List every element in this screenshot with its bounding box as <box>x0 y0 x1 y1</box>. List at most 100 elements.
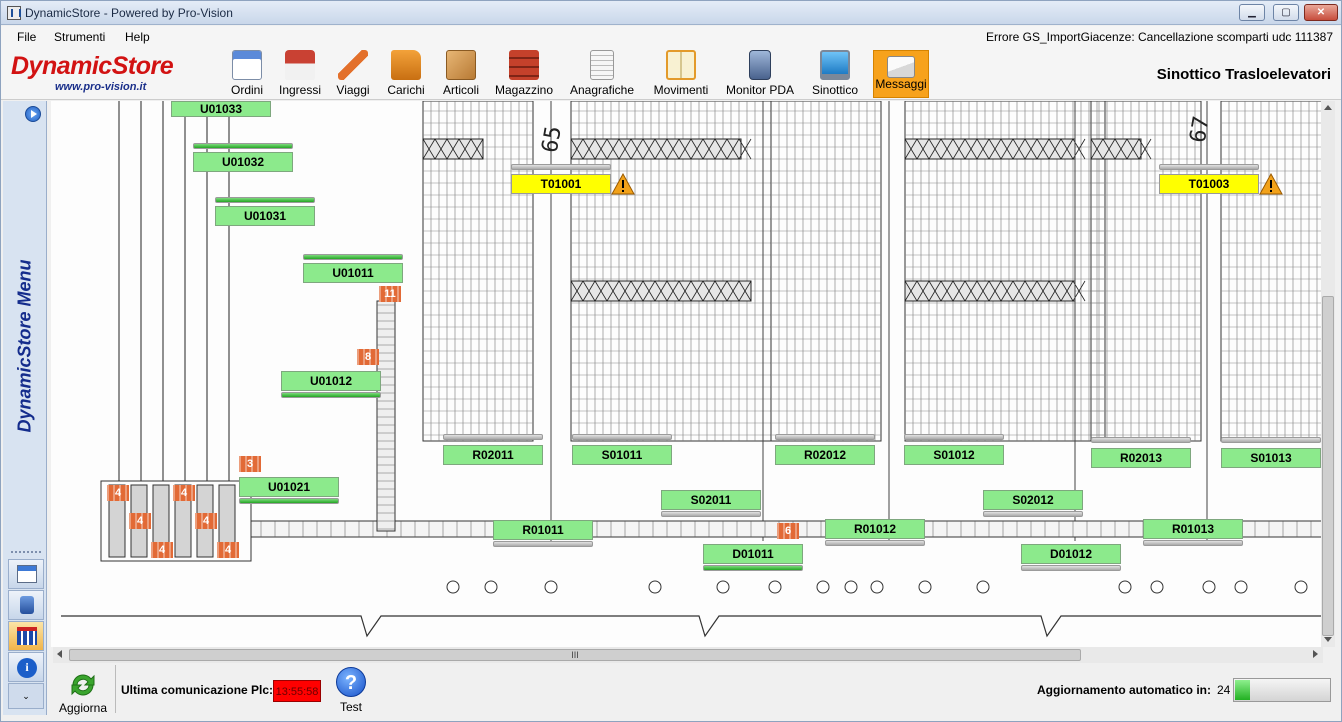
status-bar-T01003 <box>1159 164 1259 170</box>
label-R01012[interactable]: R01012 <box>825 519 925 539</box>
toolbar-viaggi[interactable]: Viaggi <box>333 50 373 98</box>
marker-circle <box>768 580 782 594</box>
status-bar-R01013 <box>1143 540 1243 546</box>
toolbar-magazzino[interactable]: Magazzino <box>493 50 555 98</box>
app-icon <box>7 6 21 20</box>
truck-icon <box>391 50 421 80</box>
marker-circle <box>1202 580 1216 594</box>
marker-circle <box>1294 580 1308 594</box>
counter-badge: 11 <box>379 286 401 302</box>
marker-circle <box>484 580 498 594</box>
horizontal-scrollbar[interactable]: III <box>53 647 1323 663</box>
label-D01012[interactable]: D01012 <box>1021 544 1121 564</box>
marker-circle <box>918 580 932 594</box>
auto-refresh-label: Aggiornamento automatico in: <box>1037 683 1211 697</box>
vertical-scrollbar[interactable] <box>1321 101 1335 647</box>
label-R02012[interactable]: R02012 <box>775 445 875 465</box>
marker-circle <box>648 580 662 594</box>
label-S01012[interactable]: S01012 <box>904 445 1004 465</box>
label-U01021[interactable]: U01021 <box>239 477 339 497</box>
label-U01012[interactable]: U01012 <box>281 371 381 391</box>
toolbar-messaggi[interactable]: Messaggi <box>873 50 929 98</box>
maximize-button[interactable]: ▢ <box>1273 4 1299 21</box>
counter-badge: 4 <box>107 485 129 501</box>
scroll-down-icon[interactable] <box>1324 637 1332 642</box>
side-menu-info[interactable]: i <box>8 652 44 682</box>
side-menu-phone[interactable] <box>8 590 44 620</box>
status-bar-D01012 <box>1021 565 1121 571</box>
label-R02013[interactable]: R02013 <box>1091 448 1191 468</box>
marker-circle <box>544 580 558 594</box>
error-message: Errore GS_ImportGiacenze: Cancellazione … <box>985 30 1333 44</box>
label-R01013[interactable]: R01013 <box>1143 519 1243 539</box>
status-bar-R02013 <box>1091 437 1191 443</box>
toolbar-anagrafiche[interactable]: Anagrafiche <box>567 50 637 98</box>
scroll-up-icon[interactable] <box>1324 105 1332 110</box>
marker-circle <box>1150 580 1164 594</box>
test-button[interactable]: ? Test <box>333 665 369 714</box>
status-bar-R02012 <box>775 434 875 440</box>
label-R02011[interactable]: R02011 <box>443 445 543 465</box>
synoptic-canvas: U01033 U01032 U01031 U01011 U01012 U0102… <box>51 101 1335 647</box>
counter-badge: 4 <box>129 513 151 529</box>
scroll-left-icon[interactable] <box>57 650 62 658</box>
status-bar-R01011 <box>493 541 593 547</box>
warning-icon <box>1259 173 1283 195</box>
marker-circle <box>844 580 858 594</box>
status-bar-T01001 <box>511 164 611 170</box>
label-U01032[interactable]: U01032 <box>193 152 293 172</box>
close-button[interactable]: ✕ <box>1304 4 1338 21</box>
edit-icon <box>17 565 37 583</box>
label-U01011[interactable]: U01011 <box>303 263 403 283</box>
logo: DynamicStore <box>11 52 174 80</box>
status-bar-D01011 <box>703 565 803 571</box>
title-bar: DynamicStore - Powered by Pro-Vision ▁ ▢… <box>1 1 1341 25</box>
menu-help[interactable]: Help <box>125 30 150 44</box>
side-menu-more[interactable]: ⌄ <box>8 683 44 709</box>
columns-icon <box>17 627 37 645</box>
scroll-right-icon[interactable] <box>1313 650 1318 658</box>
label-U01031[interactable]: U01031 <box>215 206 315 226</box>
marker-circle <box>1234 580 1248 594</box>
page-title: Sinottico Trasloelevatori <box>1156 66 1331 83</box>
label-S01011[interactable]: S01011 <box>572 445 672 465</box>
rack-block <box>1220 101 1335 442</box>
label-S02011[interactable]: S02011 <box>661 490 761 510</box>
side-menu-edit[interactable] <box>8 559 44 589</box>
label-T01001[interactable]: T01001 <box>511 174 611 194</box>
side-menu-dashboard[interactable] <box>8 621 44 651</box>
minimize-button[interactable]: ▁ <box>1239 4 1265 21</box>
horizontal-scroll-thumb[interactable]: III <box>69 649 1081 661</box>
box-icon <box>446 50 476 80</box>
status-bar-R02011 <box>443 434 543 440</box>
marker-circle <box>1118 580 1132 594</box>
label-S02012[interactable]: S02012 <box>983 490 1083 510</box>
orders-icon <box>232 50 262 80</box>
toolbar-sinottico[interactable]: Sinottico <box>809 50 861 98</box>
vertical-conveyor <box>376 300 396 532</box>
toolbar-ordini[interactable]: Ordini <box>229 50 265 98</box>
refresh-button[interactable]: Aggiorna <box>55 667 111 715</box>
toolbar-movimenti[interactable]: Movimenti <box>649 50 713 98</box>
counter-badge: 4 <box>151 542 173 558</box>
vertical-scroll-thumb[interactable] <box>1322 296 1334 636</box>
expand-menu-icon[interactable] <box>25 106 41 122</box>
document-icon <box>590 50 614 80</box>
marker-circle <box>716 580 730 594</box>
label-T01003[interactable]: T01003 <box>1159 174 1259 194</box>
label-S01013[interactable]: S01013 <box>1221 448 1321 468</box>
toolbar-monitor-pda[interactable]: Monitor PDA <box>723 50 797 98</box>
status-bar-U01011 <box>303 254 403 260</box>
auto-refresh-seconds: 24 <box>1217 683 1231 697</box>
toolbar-ingressi[interactable]: Ingressi <box>277 50 323 98</box>
envelope-icon <box>887 56 915 78</box>
status-bar-S01011 <box>572 434 672 440</box>
toolbar-carichi[interactable]: Carichi <box>385 50 427 98</box>
side-menu-grip[interactable] <box>11 551 41 553</box>
menu-file[interactable]: File <box>17 30 36 44</box>
label-U01033[interactable]: U01033 <box>171 101 271 117</box>
menu-strumenti[interactable]: Strumenti <box>54 30 105 44</box>
label-D01011[interactable]: D01011 <box>703 544 803 564</box>
toolbar-articoli[interactable]: Articoli <box>439 50 483 98</box>
label-R01011[interactable]: R01011 <box>493 520 593 540</box>
